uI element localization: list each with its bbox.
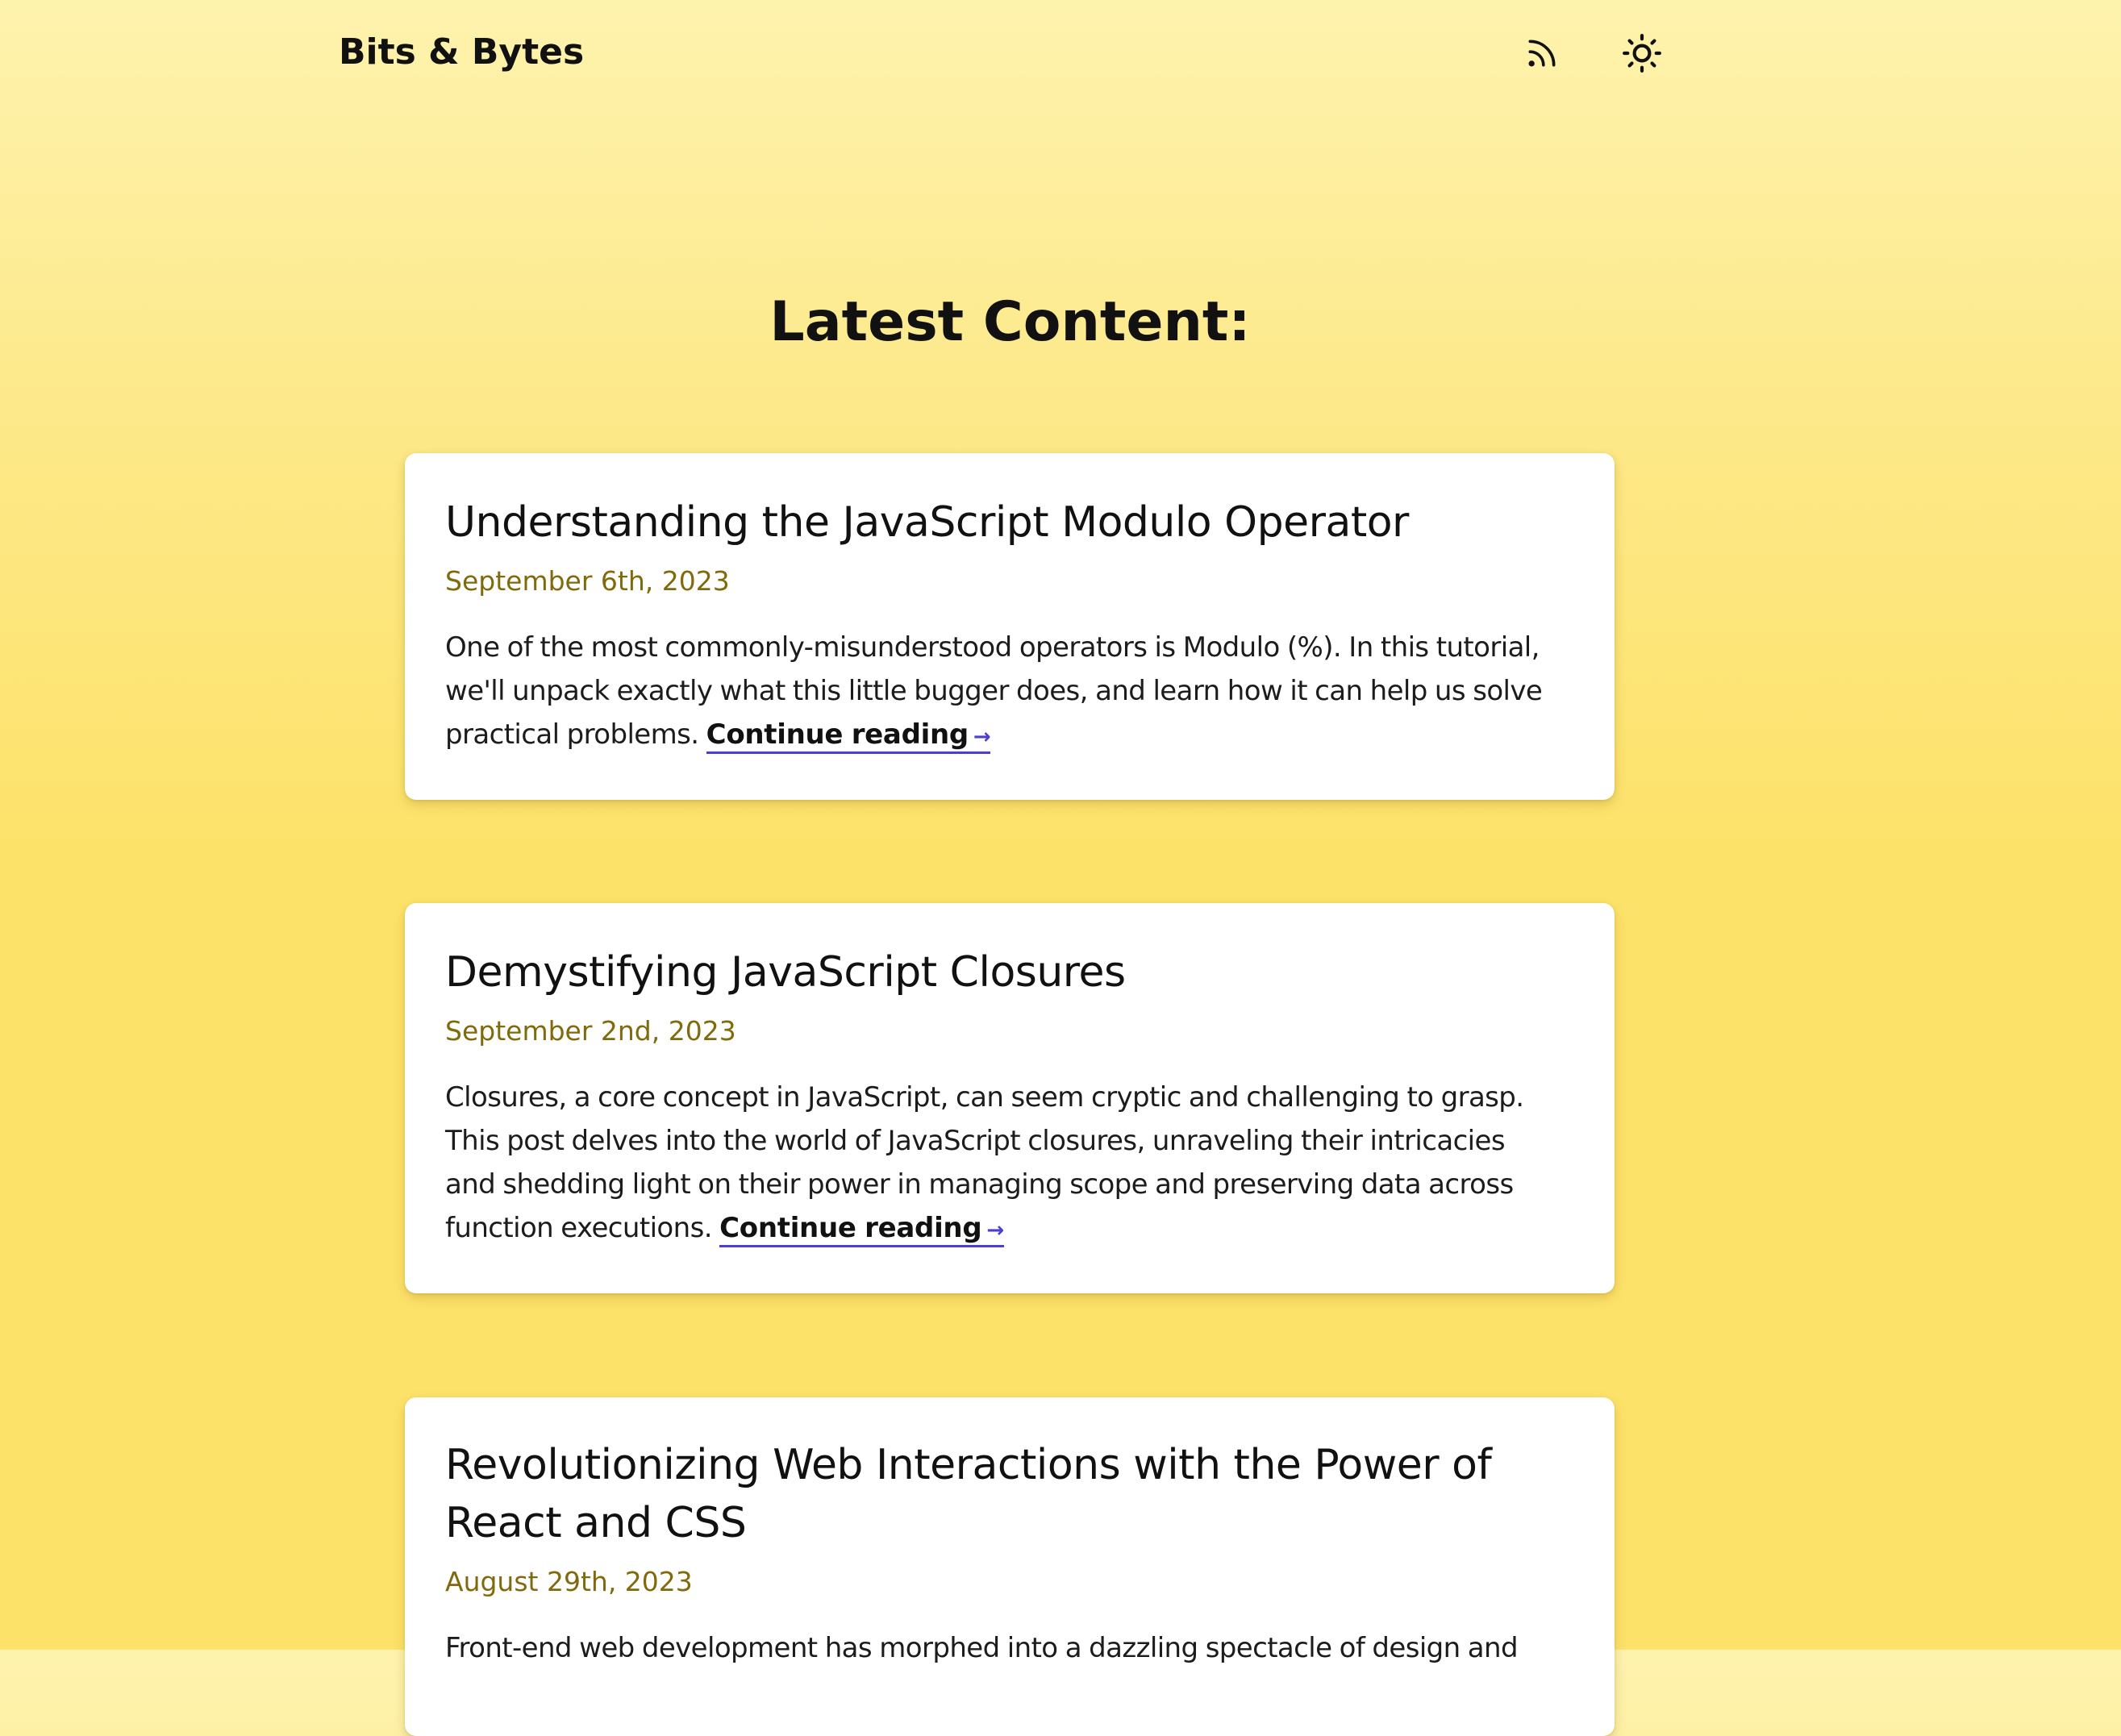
post-date: August 29th, 2023 (445, 1566, 693, 1597)
rss-icon (1528, 40, 1556, 67)
excerpt-line: we'll unpack exactly what this little bu… (445, 675, 1543, 707)
post-title-line: React and CSS (445, 1499, 747, 1547)
post-excerpt: Front-end web development has morphed in… (445, 1626, 1574, 1670)
post-card: Demystifying JavaScript Closures Septemb… (405, 903, 1615, 1293)
post-excerpt: One of the most commonly-misunderstood o… (445, 626, 1574, 759)
continue-reading-label: Continue reading (706, 718, 969, 751)
excerpt-line-last: practical problems. Continue reading → (445, 713, 1574, 759)
excerpt-line: Closures, a core concept in JavaScript, … (445, 1081, 1524, 1114)
site-logo-link[interactable]: Bits & Bytes (339, 27, 584, 77)
excerpt-line-text: practical problems. (445, 718, 699, 751)
post-date: September 6th, 2023 (445, 565, 730, 597)
post-date: September 2nd, 2023 (445, 1015, 736, 1047)
continue-reading-label: Continue reading (719, 1212, 982, 1244)
post-card: Understanding the JavaScript Modulo Oper… (405, 453, 1615, 800)
post-title-link[interactable]: Understanding the JavaScript Modulo Oper… (445, 493, 1574, 552)
arrow-right-icon: → (986, 1218, 1004, 1243)
excerpt-line: One of the most commonly-misunderstood o… (445, 631, 1540, 664)
post-excerpt: Closures, a core concept in JavaScript, … (445, 1076, 1574, 1252)
page-heading: Latest Content: (769, 290, 1251, 354)
post-title-link[interactable]: Demystifying JavaScript Closures (445, 943, 1574, 1001)
post-card: Revolutionizing Web Interactions with th… (405, 1397, 1615, 1736)
excerpt-line: This post delves into the world of JavaS… (445, 1125, 1506, 1157)
excerpt-line: Front-end web development has morphed in… (445, 1632, 1519, 1664)
continue-reading-link[interactable]: Continue reading → (719, 1212, 1004, 1247)
arrow-right-icon: → (973, 725, 991, 749)
excerpt-line: and shedding light on their power in man… (445, 1168, 1514, 1201)
excerpt-line-text: function executions. (445, 1212, 713, 1244)
continue-reading-link[interactable]: Continue reading → (706, 718, 991, 754)
post-title-line: Revolutionizing Web Interactions with th… (445, 1441, 1492, 1489)
sun-icon (1623, 34, 1661, 73)
post-title-link[interactable]: Revolutionizing Web Interactions with th… (445, 1436, 1574, 1552)
site-header: Bits & Bytes (0, 0, 2121, 109)
excerpt-line-last: function executions. Continue reading → (445, 1206, 1574, 1252)
rss-feed-button[interactable] (1518, 29, 1566, 77)
theme-toggle-button[interactable] (1618, 29, 1666, 77)
